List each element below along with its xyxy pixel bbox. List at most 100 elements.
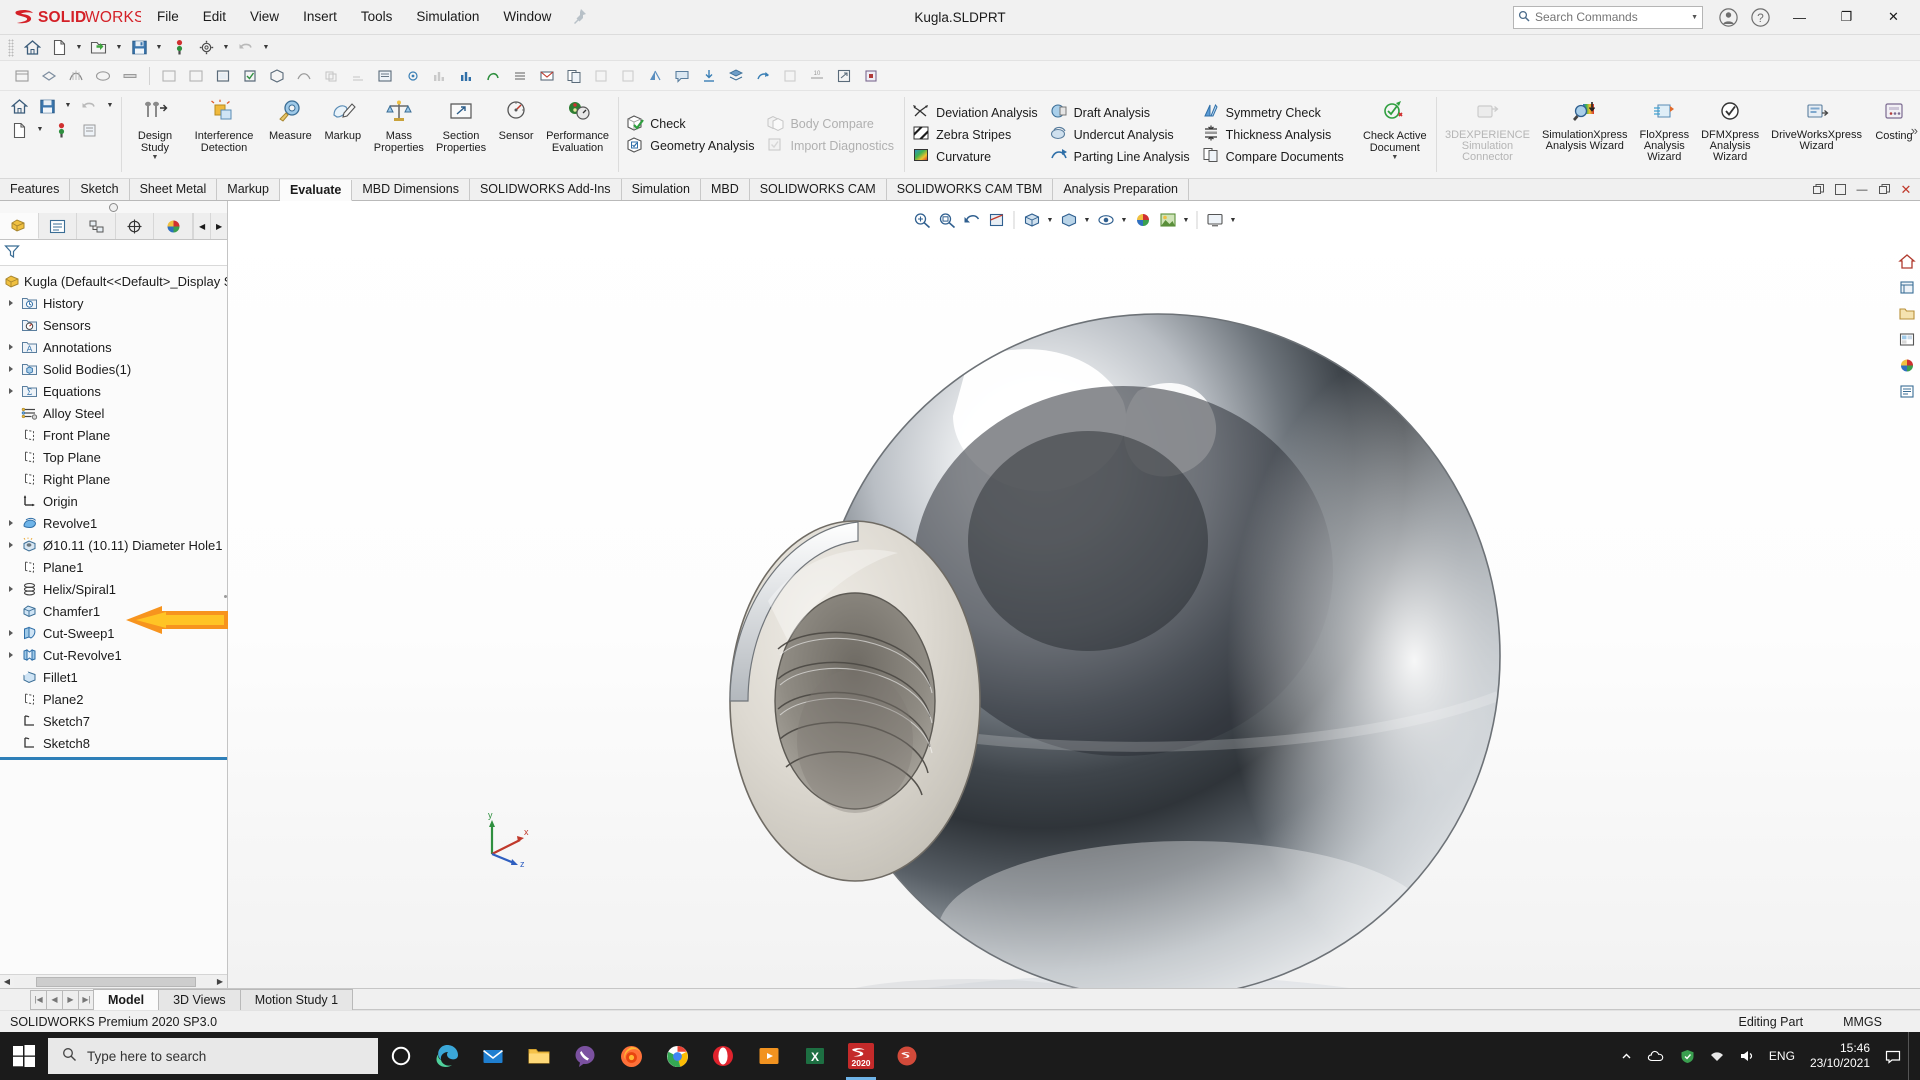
cortana-icon[interactable] bbox=[378, 1032, 424, 1080]
hide-show-caret-icon[interactable]: ▼ bbox=[1119, 208, 1130, 232]
tab-solidworks-cam-tbm[interactable]: SOLIDWORKS CAM TBM bbox=[886, 179, 1054, 200]
export-small-icon[interactable] bbox=[832, 64, 856, 88]
save-icon[interactable] bbox=[126, 37, 152, 59]
configuration-manager-tab[interactable] bbox=[77, 213, 116, 239]
network-icon[interactable] bbox=[1702, 1032, 1732, 1080]
search-input[interactable] bbox=[1535, 10, 1663, 24]
home-tab-icon[interactable] bbox=[1895, 249, 1919, 273]
dimxpert-manager-tab[interactable] bbox=[116, 213, 155, 239]
feature-tree-item[interactable]: Origin bbox=[0, 490, 227, 512]
rollback-bar[interactable] bbox=[0, 757, 227, 760]
tab-evaluate[interactable]: Evaluate bbox=[279, 180, 353, 201]
previous-view-icon[interactable] bbox=[960, 208, 984, 232]
restore-window-icon[interactable] bbox=[1808, 181, 1828, 199]
bottom-tab-motion-study[interactable]: Motion Study 1 bbox=[239, 989, 354, 1010]
curve-arrow-icon[interactable] bbox=[751, 64, 775, 88]
symmetry-check-button[interactable]: Symmetry Check bbox=[1197, 102, 1351, 124]
dimension-small-icon[interactable]: 10 bbox=[805, 64, 829, 88]
ribbon-floxpress-button[interactable]: FloXpress Analysis Wizard bbox=[1634, 91, 1696, 178]
maximize-button[interactable]: ❐ bbox=[1824, 0, 1869, 34]
design-study-caret-icon[interactable]: ▼ bbox=[152, 154, 159, 162]
menu-file[interactable]: File bbox=[145, 4, 191, 30]
feature-tree-item[interactable]: Front Plane bbox=[0, 424, 227, 446]
ribbon-options-icon[interactable] bbox=[76, 119, 102, 141]
ribbon-simulationxpress-button[interactable]: SimulationXpress Analysis Wizard bbox=[1536, 91, 1634, 178]
parting-line-analysis-button[interactable]: Parting Line Analysis bbox=[1045, 146, 1197, 168]
expand-arrow-icon[interactable] bbox=[4, 388, 18, 394]
feature-tree-item[interactable]: Sketch8 bbox=[0, 732, 227, 754]
expand-arrow-icon[interactable] bbox=[4, 366, 18, 372]
tab-simulation[interactable]: Simulation bbox=[621, 179, 701, 200]
check-small-icon[interactable] bbox=[238, 64, 262, 88]
open-folder-dropdown-icon[interactable]: ▼ bbox=[113, 37, 125, 59]
tab-analysis-preparation[interactable]: Analysis Preparation bbox=[1053, 179, 1189, 200]
blank-doc3-icon[interactable] bbox=[778, 64, 802, 88]
edit-appearance-icon[interactable] bbox=[1131, 208, 1155, 232]
design-library-icon[interactable] bbox=[1895, 275, 1919, 299]
status-bar-units[interactable]: MMGS bbox=[1843, 1015, 1882, 1029]
apply-scene-icon[interactable] bbox=[1156, 208, 1180, 232]
deviation-analysis-button[interactable]: Deviation Analysis bbox=[907, 102, 1044, 124]
check-button[interactable]: Check bbox=[621, 113, 761, 135]
file-explorer-icon[interactable] bbox=[516, 1032, 562, 1080]
expand-arrow-icon[interactable] bbox=[4, 344, 18, 350]
close-button[interactable]: ✕ bbox=[1871, 0, 1916, 34]
feature-tree-item[interactable]: Helix/Spiral1 bbox=[0, 578, 227, 600]
expand-arrow-icon[interactable] bbox=[4, 300, 18, 306]
volume-icon[interactable] bbox=[1732, 1032, 1762, 1080]
thickness-analysis-button[interactable]: Thickness Analysis bbox=[1197, 124, 1351, 146]
list-lines-icon[interactable] bbox=[508, 64, 532, 88]
solidworks-icon[interactable]: 2020 bbox=[838, 1032, 884, 1080]
close-doc-icon[interactable]: ✕ bbox=[1896, 181, 1916, 199]
ribbon-save-dropdown-icon[interactable]: ▼ bbox=[62, 95, 74, 117]
view-orientation-icon[interactable] bbox=[1020, 208, 1044, 232]
microsoft-edge-icon[interactable] bbox=[424, 1032, 470, 1080]
undo-icon[interactable] bbox=[233, 37, 259, 59]
apply-scene-caret-icon[interactable]: ▼ bbox=[1181, 208, 1192, 232]
feature-tree-item[interactable]: Right Plane bbox=[0, 468, 227, 490]
save-dropdown-icon[interactable]: ▼ bbox=[153, 37, 165, 59]
property-manager-tab[interactable] bbox=[39, 213, 78, 239]
onedrive-icon[interactable] bbox=[1640, 1032, 1673, 1080]
next-icon[interactable]: ▶ bbox=[62, 989, 79, 1010]
feature-tree-item[interactable]: Chamfer1 bbox=[0, 600, 227, 622]
view-settings-caret-icon[interactable]: ▼ bbox=[1228, 208, 1239, 232]
chart-bars-color-icon[interactable] bbox=[454, 64, 478, 88]
notifications-icon[interactable] bbox=[1878, 1032, 1908, 1080]
ribbon-performance-evaluation-button[interactable]: Performance Evaluation bbox=[540, 91, 615, 178]
undercut-analysis-button[interactable]: Undercut Analysis bbox=[1045, 124, 1197, 146]
minimize-button[interactable]: — bbox=[1777, 0, 1822, 34]
feature-tree-item[interactable]: History bbox=[0, 292, 227, 314]
chevron-double-right-icon[interactable]: » bbox=[1911, 123, 1918, 138]
ribbon-new-icon[interactable] bbox=[6, 119, 32, 141]
compare-documents-button[interactable]: Compare Documents bbox=[1197, 146, 1351, 168]
draft-small-icon[interactable] bbox=[118, 64, 142, 88]
bottom-tab-3d-views[interactable]: 3D Views bbox=[158, 989, 241, 1010]
ribbon-home-icon[interactable] bbox=[6, 95, 32, 117]
feature-tree-item[interactable]: Solid Bodies(1) bbox=[0, 358, 227, 380]
document-compare-icon[interactable] bbox=[562, 64, 586, 88]
section-view-icon[interactable] bbox=[985, 208, 1009, 232]
menu-simulation[interactable]: Simulation bbox=[404, 4, 491, 30]
maximize-window-icon[interactable] bbox=[1830, 181, 1850, 199]
appearances-scenes-icon[interactable] bbox=[1895, 353, 1919, 377]
new-document-dropdown-icon[interactable]: ▼ bbox=[73, 37, 85, 59]
mail-icon[interactable] bbox=[470, 1032, 516, 1080]
check-active-document-caret-icon[interactable]: ▼ bbox=[1391, 154, 1398, 162]
expand-arrow-icon[interactable] bbox=[4, 520, 18, 526]
tab-solidworks-add-ins[interactable]: SOLIDWORKS Add-Ins bbox=[469, 179, 622, 200]
pin-icon[interactable] bbox=[571, 8, 587, 27]
undo-dropdown-icon[interactable]: ▼ bbox=[260, 37, 272, 59]
graphics-area[interactable]: ▼ ▼ ▼ ▼ ▼ y x z bbox=[228, 201, 1920, 988]
geometry-small-icon[interactable] bbox=[265, 64, 289, 88]
menu-insert[interactable]: Insert bbox=[291, 4, 349, 30]
tab-markup[interactable]: Markup bbox=[217, 179, 280, 200]
ribbon-interference-detection-button[interactable]: Interference Detection bbox=[185, 91, 263, 178]
ribbon-mass-properties-button[interactable]: Mass Properties bbox=[368, 91, 430, 178]
options-dropdown-icon[interactable]: ▼ bbox=[220, 37, 232, 59]
ribbon-markup-button[interactable]: Markup bbox=[318, 91, 368, 178]
simulation-setup-icon[interactable] bbox=[400, 64, 424, 88]
curvature-display-icon[interactable] bbox=[64, 64, 88, 88]
feature-manager-pin[interactable] bbox=[0, 201, 227, 213]
taskbar-search-box[interactable]: Type here to search bbox=[48, 1038, 378, 1074]
